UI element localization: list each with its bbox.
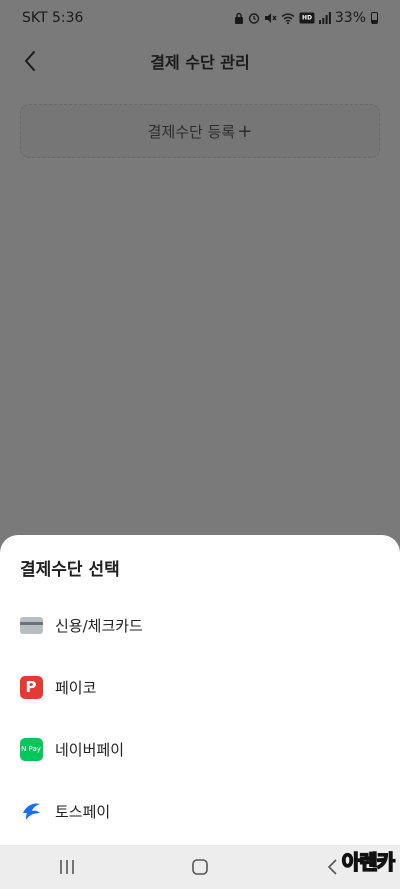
home-icon xyxy=(192,859,208,875)
option-label: 네이버페이 xyxy=(55,740,125,759)
credit-card-icon xyxy=(19,613,43,637)
option-naver-pay[interactable]: N Pay 네이버페이 xyxy=(0,721,400,777)
recent-apps-button[interactable] xyxy=(47,852,87,882)
option-payco[interactable]: P 페이코 xyxy=(0,659,400,715)
hd-voice-icon: HD xyxy=(299,12,315,24)
option-toss-pay[interactable]: 토스페이 xyxy=(0,783,400,839)
toss-pay-icon xyxy=(19,799,43,823)
back-icon xyxy=(328,859,337,875)
page-title: 결제 수단 관리 xyxy=(150,53,250,72)
chevron-left-icon xyxy=(25,51,35,71)
alarm-icon xyxy=(248,13,260,24)
sheet-title: 결제수단 선택 xyxy=(20,560,120,580)
watermark: 아렌카 xyxy=(341,849,396,875)
plus-icon: + xyxy=(237,120,253,142)
signal-icon xyxy=(318,12,331,24)
svg-text:HD: HD xyxy=(302,15,312,22)
system-nav-bar xyxy=(0,845,400,889)
mute-icon xyxy=(264,13,277,23)
option-credit-card[interactable]: 신용/체크카드 xyxy=(0,597,400,653)
option-label: 페이코 xyxy=(55,678,97,697)
payco-icon: P xyxy=(19,675,43,699)
page-header: 결제 수단 관리 xyxy=(0,36,400,86)
carrier-time: SKT 5:36 xyxy=(22,10,84,26)
back-button[interactable] xyxy=(18,48,42,74)
recent-apps-icon xyxy=(59,860,74,874)
status-icons: HD 33% xyxy=(234,10,378,26)
lock-icon xyxy=(234,12,243,24)
battery-percent: 33% xyxy=(334,10,366,26)
battery-icon xyxy=(371,12,378,24)
option-label: 토스페이 xyxy=(55,802,111,821)
home-button[interactable] xyxy=(180,852,220,882)
status-bar: SKT 5:36 HD 33% xyxy=(0,0,400,36)
option-label: 신용/체크카드 xyxy=(55,616,143,635)
payment-select-sheet: 결제수단 선택 신용/체크카드 P 페이코 N Pay 네이버페이 토스페이 xyxy=(0,535,400,845)
wifi-icon xyxy=(281,13,295,24)
naver-pay-icon: N Pay xyxy=(19,737,43,761)
register-label: 결제수단 등록 xyxy=(147,122,236,141)
register-payment-button[interactable]: 결제수단 등록 + xyxy=(20,104,380,158)
